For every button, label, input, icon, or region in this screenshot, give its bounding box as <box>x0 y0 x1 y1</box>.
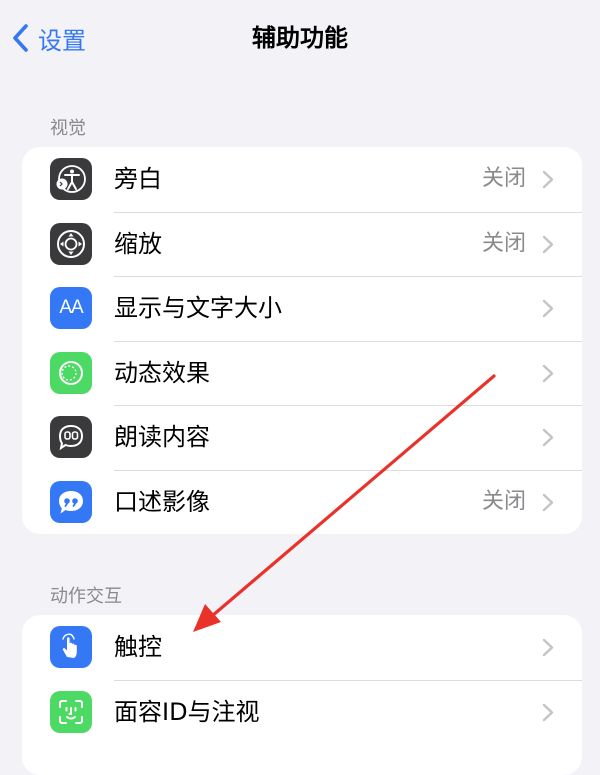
settings-row-label: 面容ID与注视 <box>114 697 260 726</box>
spoken-content-icon <box>50 416 92 458</box>
section-header-physical-motor: 动作交互 <box>50 586 122 607</box>
settings-row-label: 缩放 <box>114 229 162 258</box>
audio-description-icon <box>50 480 92 523</box>
settings-group-vision: 旁白 关闭 缩放 关闭 AA 显示与文字大小 动态效果 朗读内容 口述影像 关闭 <box>22 147 582 534</box>
settings-row-value: 关闭 <box>481 230 526 256</box>
settings-row-touch[interactable]: 触控 <box>22 615 582 680</box>
settings-row-zoom[interactable]: 缩放 关闭 <box>22 211 582 277</box>
settings-row-audio-description[interactable]: 口述影像 关闭 <box>22 469 582 535</box>
settings-row-spoken-content[interactable]: 朗读内容 <box>22 405 582 470</box>
motion-icon <box>50 351 92 394</box>
settings-row-label: 动态效果 <box>114 358 210 387</box>
settings-row-display-text-size[interactable]: AA 显示与文字大小 <box>22 276 582 341</box>
chevron-right-icon <box>542 170 554 189</box>
settings-row-value: 关闭 <box>481 166 526 191</box>
settings-row-value: 关闭 <box>481 488 526 514</box>
settings-row-label: 显示与文字大小 <box>114 294 282 322</box>
chevron-right-icon <box>542 299 554 318</box>
chevron-right-icon <box>542 428 554 447</box>
page-title: 辅助功能 <box>252 24 348 52</box>
settings-row-motion[interactable]: 动态效果 <box>22 340 582 406</box>
voiceover-icon <box>50 158 92 200</box>
chevron-right-icon <box>542 235 554 253</box>
text-size-icon-glyph: AA <box>59 297 83 318</box>
face-id-icon <box>50 690 92 733</box>
chevron-right-icon <box>542 364 554 382</box>
settings-row-label: 口述影像 <box>114 487 210 516</box>
settings-row-label: 旁白 <box>114 165 162 193</box>
touch-icon <box>50 626 92 668</box>
chevron-right-icon <box>542 638 554 657</box>
section-header-vision: 视觉 <box>50 118 86 139</box>
settings-row-face-id-attention[interactable]: 面容ID与注视 <box>22 679 582 745</box>
settings-row-label: 触控 <box>114 633 162 661</box>
settings-row-voiceover[interactable]: 旁白 关闭 <box>22 147 582 212</box>
settings-row-label: 朗读内容 <box>114 423 210 451</box>
settings-group-physical-motor: 触控 面容ID与注视 <box>22 615 582 775</box>
chevron-right-icon <box>542 493 554 511</box>
zoom-icon <box>50 222 92 265</box>
text-size-icon: AA <box>50 287 92 329</box>
navigation-bar: 设置 辅助功能 <box>0 0 600 76</box>
